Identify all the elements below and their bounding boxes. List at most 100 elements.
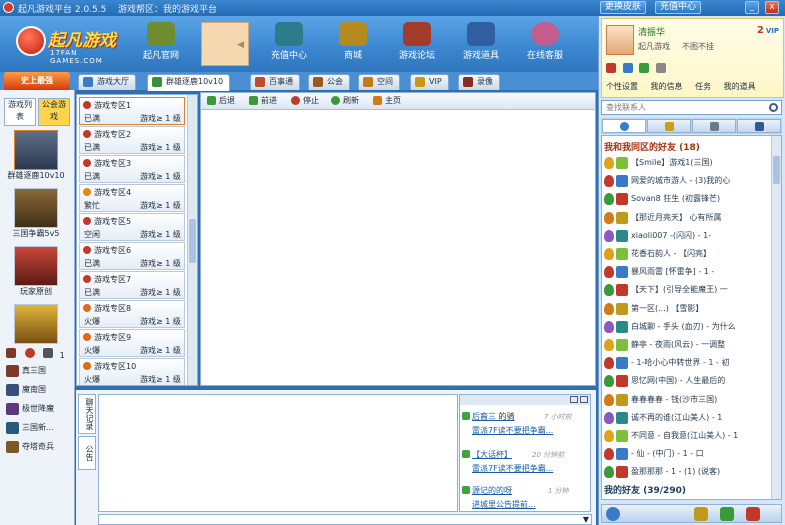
news-title[interactable]: 源记的的呀 [472, 485, 512, 496]
stop-button[interactable]: 停止 [291, 95, 319, 106]
friend-item[interactable]: 第一区(...) 【雪影】 [604, 300, 772, 318]
tab-friends[interactable] [602, 119, 646, 133]
nav-recharge[interactable]: 充值中心 [262, 20, 316, 68]
friend-group-same-zone[interactable]: 我和我同区的好友 (18) [604, 140, 700, 153]
home-button[interactable]: 主页 [373, 95, 401, 106]
room-item[interactable]: 游戏专区5 空闲 游戏≥ 1 级 [79, 213, 185, 241]
tab-game-hall[interactable]: 游戏大厅 [78, 74, 136, 90]
search-icon[interactable] [769, 103, 778, 112]
news-item[interactable]: 【大话杯】 20 分钟前 雷派7F读不要把争霸... [460, 447, 580, 483]
room-item[interactable]: 游戏专区8 火爆 游戏≥ 1 级 [79, 300, 185, 328]
tab-baishitong[interactable]: 百事通 [250, 74, 300, 90]
game-sanguo[interactable]: 三国争霸5v5 [4, 188, 68, 239]
scrollbar-thumb[interactable] [189, 219, 196, 263]
friend-item[interactable]: 【天下】(引导全能魔王) 一 [604, 281, 772, 299]
tab-groups[interactable] [647, 119, 691, 133]
game-qunxiong[interactable]: 群雄逐鹿10v10 [4, 130, 68, 181]
news-body[interactable]: 进城里公告提前... [472, 499, 536, 510]
friend-item[interactable]: 不同意 - 自我意(江山美人) - 1 [604, 427, 772, 445]
restore-icon[interactable] [570, 396, 578, 403]
flag-icon[interactable] [606, 63, 616, 73]
user-signature[interactable]: 不图不挂 [682, 41, 714, 52]
game-row-zhensanguo[interactable]: 真三国 [4, 362, 70, 380]
tab-guild[interactable]: 公会 [308, 74, 350, 90]
ad-banner[interactable]: ◀ [201, 22, 249, 66]
logo[interactable]: 起凡游戏 17FAN GAMES.COM [12, 22, 120, 65]
star-icon[interactable] [622, 63, 633, 73]
user-name[interactable]: 清振华 [638, 25, 665, 38]
add-friend-icon[interactable] [720, 507, 734, 521]
bell-icon[interactable] [639, 63, 650, 73]
game-row-monanguo[interactable]: 魔南国 [4, 381, 70, 399]
dropdown-chevron-icon[interactable]: ▼ [583, 515, 589, 524]
tab-announcement[interactable]: 公告 [78, 436, 96, 470]
room-list-scrollbar[interactable] [187, 95, 197, 385]
scrollbar-thumb[interactable] [773, 156, 780, 184]
room-item[interactable]: 游戏专区9 火爆 游戏≥ 1 级 [79, 329, 185, 357]
promo-banner[interactable]: 史上最强 [4, 72, 70, 90]
vip-badge[interactable]: 2 VIP [757, 25, 779, 36]
game-promo[interactable] [4, 304, 68, 344]
friend-item[interactable]: 诚不再的谁(江山美人) - 1 [604, 409, 772, 427]
tool-icon[interactable] [6, 348, 16, 358]
game-player-made[interactable]: 玩家原创 [4, 246, 68, 297]
fire-icon[interactable] [24, 348, 35, 358]
nav-support[interactable]: 在线客服 [518, 20, 572, 68]
room-item[interactable]: 游戏专区2 已满 游戏≥ 1 级 [79, 126, 185, 154]
action-my-items[interactable]: 我的道具 [724, 82, 756, 91]
news-title[interactable]: 后裔三 [472, 412, 496, 421]
tab-qunxiong[interactable]: 群雄逐鹿10v10 [147, 74, 231, 91]
recharge-button[interactable]: 充值中心 [655, 1, 702, 14]
room-item[interactable]: 游戏专区1 已满 游戏≥ 1 级 [79, 97, 185, 125]
friend-item[interactable]: 网爱的城市游人 - (3)我的心 [604, 172, 772, 190]
tab-space[interactable]: 空间 [358, 74, 400, 90]
tab-replay[interactable]: 录像 [458, 74, 500, 90]
news-body[interactable]: 雷派7F读不要把争霸... [472, 425, 553, 436]
nav-forum[interactable]: 游戏论坛 [390, 20, 444, 68]
nav-official-site[interactable]: 起凡官网 [134, 20, 188, 68]
tab-guild-games[interactable]: 公会游戏 [38, 98, 70, 126]
main-menu-icon[interactable] [606, 507, 620, 521]
news-title[interactable]: 【大话杯】 [472, 449, 512, 460]
avatar[interactable] [606, 25, 634, 55]
tab-clan[interactable] [692, 119, 736, 133]
action-tasks[interactable]: 任务 [695, 82, 711, 91]
room-item[interactable]: 游戏专区6 已满 游戏≥ 1 级 [79, 242, 185, 270]
back-button[interactable]: 后退 [207, 95, 235, 106]
friend-item[interactable]: - 仙 - (中门) - 1 - 口 [604, 445, 772, 463]
contact-search-input[interactable]: 查找联系人 [601, 100, 782, 115]
tab-recent[interactable] [737, 119, 781, 133]
tab-chat-log[interactable]: 聊天记录 [78, 394, 96, 434]
friend-item[interactable]: 白城聊 - 手头 (血刃) - 为什么 [604, 318, 772, 336]
minimize-button[interactable]: _ [745, 1, 759, 14]
friend-group-my-friends[interactable]: 我的好友 (39/290) [604, 483, 686, 496]
chat-input[interactable]: ▼ [98, 514, 592, 525]
friend-item[interactable]: 静亭 - 夜雨(风云) - 一调整 [604, 336, 772, 354]
action-my-info[interactable]: 我的信息 [651, 82, 683, 91]
friend-item[interactable]: 花香石韵人 - 【闪亮】 [604, 245, 772, 263]
friend-item[interactable]: 暴风雨雷 [怀雷争] - 1 - [604, 263, 772, 281]
settings-icon[interactable] [746, 507, 760, 521]
friend-item[interactable]: xiaoli007 -(闪闪) - 1- [604, 227, 772, 245]
room-item[interactable]: 游戏专区7 已满 游戏≥ 1 级 [79, 271, 185, 299]
nav-shop[interactable]: 商城 [326, 20, 380, 68]
friend-item[interactable]: 【那近月亮天】 心有所属 [604, 209, 772, 227]
friend-item[interactable]: 思忆网(中国) - 人生最后的 [604, 372, 772, 390]
mail-icon[interactable] [655, 63, 666, 73]
friend-item[interactable]: 春春春春 - 钱(沙市三国) [604, 391, 772, 409]
action-personal-settings[interactable]: 个性设置 [606, 82, 638, 91]
news-item[interactable]: 后裔三 的骑 7 小时前 雷派7F读不要把争霸... [460, 409, 580, 445]
friend-item[interactable]: 【Smile】游戏1(三国) [604, 154, 772, 172]
tab-game-list[interactable]: 游戏列表 [4, 98, 36, 126]
game-row-jishi[interactable]: 极世降魔 [4, 400, 70, 418]
person-icon[interactable] [43, 348, 54, 358]
friend-list-scrollbar[interactable] [771, 136, 781, 499]
chat-log[interactable] [98, 394, 458, 512]
room-item[interactable]: 游戏专区4 繁忙 游戏≥ 1 级 [79, 184, 185, 212]
tab-vip[interactable]: VIP [410, 74, 449, 90]
nav-items[interactable]: 游戏道具 [454, 20, 508, 68]
forward-button[interactable]: 前进 [249, 95, 277, 106]
game-row-sanguoxin[interactable]: 三国新... [4, 419, 70, 437]
refresh-button[interactable]: 刷新 [331, 95, 359, 106]
friend-item[interactable]: - 1-哈小心中转世界 - 1 - 初 [604, 354, 772, 372]
